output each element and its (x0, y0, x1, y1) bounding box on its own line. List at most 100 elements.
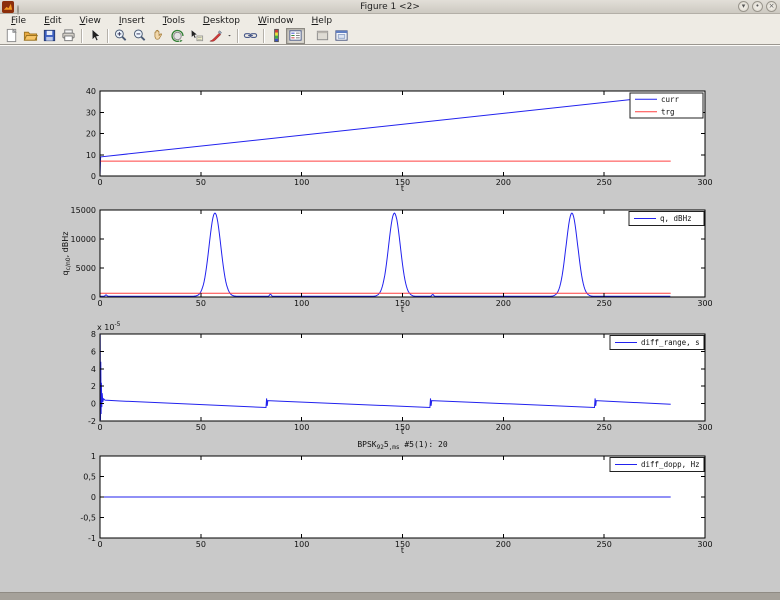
toolbar (0, 27, 780, 45)
subplot-2: 0 50 100 150 200 250 300050001000015000tqc/n0,… (61, 206, 713, 314)
x-tick-label: 200 (496, 423, 511, 432)
brush-menu-button[interactable] (225, 28, 234, 44)
x-tick-label: 50 (196, 423, 206, 432)
x-tick-label: 50 (196, 178, 206, 187)
brush-menu-icon (228, 35, 231, 37)
dock-figure-button[interactable] (332, 28, 351, 44)
zoom-out-button[interactable] (130, 28, 149, 44)
link-plots-button[interactable] (241, 28, 260, 44)
y-tick-label: 40 (86, 87, 96, 96)
x-tick-label: 300 (697, 178, 712, 187)
menu-item-tools[interactable]: Tools (154, 16, 194, 26)
y-tick-label: 1 (91, 452, 96, 461)
data-cursor-button[interactable] (187, 28, 206, 44)
new-document-button[interactable] (2, 28, 21, 44)
pointer-icon (91, 28, 101, 42)
window-menu-button[interactable] (17, 5, 19, 15)
legend[interactable]: diff_dopp, Hz (609, 457, 705, 472)
x-tick-label: 50 (196, 540, 206, 549)
x-tick-label: 250 (597, 178, 612, 187)
legend-label: trg (661, 107, 675, 116)
titlebar[interactable]: Figure 1 <2> ▾ • × (0, 0, 780, 15)
y-tick-label: 0 (91, 493, 96, 502)
hide-plot-tools-icon (316, 30, 329, 41)
y-tick-label: 2 (91, 382, 96, 391)
x-tick-label: 300 (697, 540, 712, 549)
x-tick-label: 0 (97, 178, 102, 187)
y-tick-label: 0 (91, 400, 96, 409)
colorbar-icon (274, 28, 279, 43)
y-tick-label: 8 (91, 330, 96, 339)
print-icon (62, 29, 75, 42)
plots-svg: 0 50 100 150 200 250 300010203040tcurrtrg0 50 10… (61, 87, 713, 555)
brush-button[interactable] (206, 28, 225, 44)
pointer-button[interactable] (85, 28, 104, 44)
x-axis-label: t (401, 427, 404, 436)
x-tick-label: 250 (597, 423, 612, 432)
legend[interactable]: q, dBHz (628, 211, 705, 226)
x-tick-label: 200 (496, 178, 511, 187)
new-document-icon (6, 28, 17, 43)
pan-icon (154, 29, 162, 40)
x-axis-label: t (401, 546, 404, 555)
x-tick-label: 100 (294, 540, 309, 549)
legend[interactable]: curr trg (629, 92, 704, 119)
x-tick-label: 250 (597, 540, 612, 549)
y-tick-label: 4 (91, 365, 96, 374)
subplot-1: 0 50 100 150 200 250 300010203040tcurrtrg (86, 87, 713, 193)
legend-label: diff_range, s (641, 338, 700, 347)
dock-figure-icon (335, 30, 348, 41)
menu-item-desktop[interactable]: Desktop (194, 16, 249, 26)
figure-canvas: 0 50 100 150 200 250 300 0 10 20 30 40 t curr trg 0 50 10… (0, 45, 780, 592)
hide-plot-tools-button[interactable] (313, 28, 332, 44)
legend-button[interactable] (286, 27, 305, 44)
x-tick-label: 200 (496, 540, 511, 549)
x-tick-label: 200 (496, 299, 511, 308)
toolbar-separator (81, 28, 82, 43)
plot-area (100, 91, 705, 176)
close-button[interactable]: × (766, 1, 777, 12)
minimize-button[interactable]: ▾ (738, 1, 749, 12)
x-tick-label: 100 (294, 423, 309, 432)
x-tick-label: 0 (97, 299, 102, 308)
y-tick-label: 10000 (71, 235, 96, 244)
open-folder-icon (23, 31, 38, 41)
menu-item-file[interactable]: File (2, 16, 35, 26)
menu-item-edit[interactable]: Edit (35, 16, 70, 26)
figure-window: Figure 1 <2> ▾ • × File Edit View Insert Tools… (0, 0, 780, 600)
pan-button[interactable] (149, 28, 168, 44)
y-tick-label: 15000 (71, 206, 96, 215)
x-tick-label: 300 (697, 423, 712, 432)
legend-icon (289, 30, 302, 41)
x-tick-label: 250 (597, 299, 612, 308)
y-tick-label: 0 (91, 293, 96, 302)
menu-item-help[interactable]: Help (303, 16, 342, 26)
plot-area (100, 210, 705, 297)
colorbar-button[interactable] (267, 28, 286, 44)
menu-item-view[interactable]: View (71, 16, 110, 26)
rotate-3d-button[interactable] (168, 28, 187, 44)
y-tick-label: 10 (86, 151, 96, 160)
subplot-title: BPSK925,ms #5(1): 20 (357, 440, 448, 451)
legend-label: q, dBHz (660, 214, 692, 223)
menu-item-window[interactable]: Window (249, 16, 303, 26)
legend-label: diff_dopp, Hz (641, 460, 700, 469)
y-tick-label: 0,5 (83, 473, 96, 482)
subplot-4: 0 50 100 150 200 250 300-1-0,500,51tBPSK925,ms… (80, 440, 712, 555)
legend[interactable]: diff_range, s (609, 335, 705, 350)
maximize-button[interactable]: • (752, 1, 763, 12)
menu-item-insert[interactable]: Insert (110, 16, 154, 26)
x-axis-label: t (401, 305, 404, 314)
x-axis-label: t (401, 184, 404, 193)
zoom-in-button[interactable] (111, 28, 130, 44)
subplot-3: 0 50 100 150 200 250 300-202468tx 10-5diff_ran… (88, 321, 713, 436)
open-folder-button[interactable] (21, 28, 40, 44)
print-button[interactable] (59, 28, 78, 44)
data-cursor-icon (191, 29, 204, 42)
save-button[interactable] (40, 28, 59, 44)
rotate-3d-icon (171, 29, 184, 43)
matlab-figure-icon (2, 0, 14, 13)
toolbar-separator (263, 28, 264, 43)
x-tick-label: 100 (294, 299, 309, 308)
link-plots-icon (243, 33, 258, 38)
